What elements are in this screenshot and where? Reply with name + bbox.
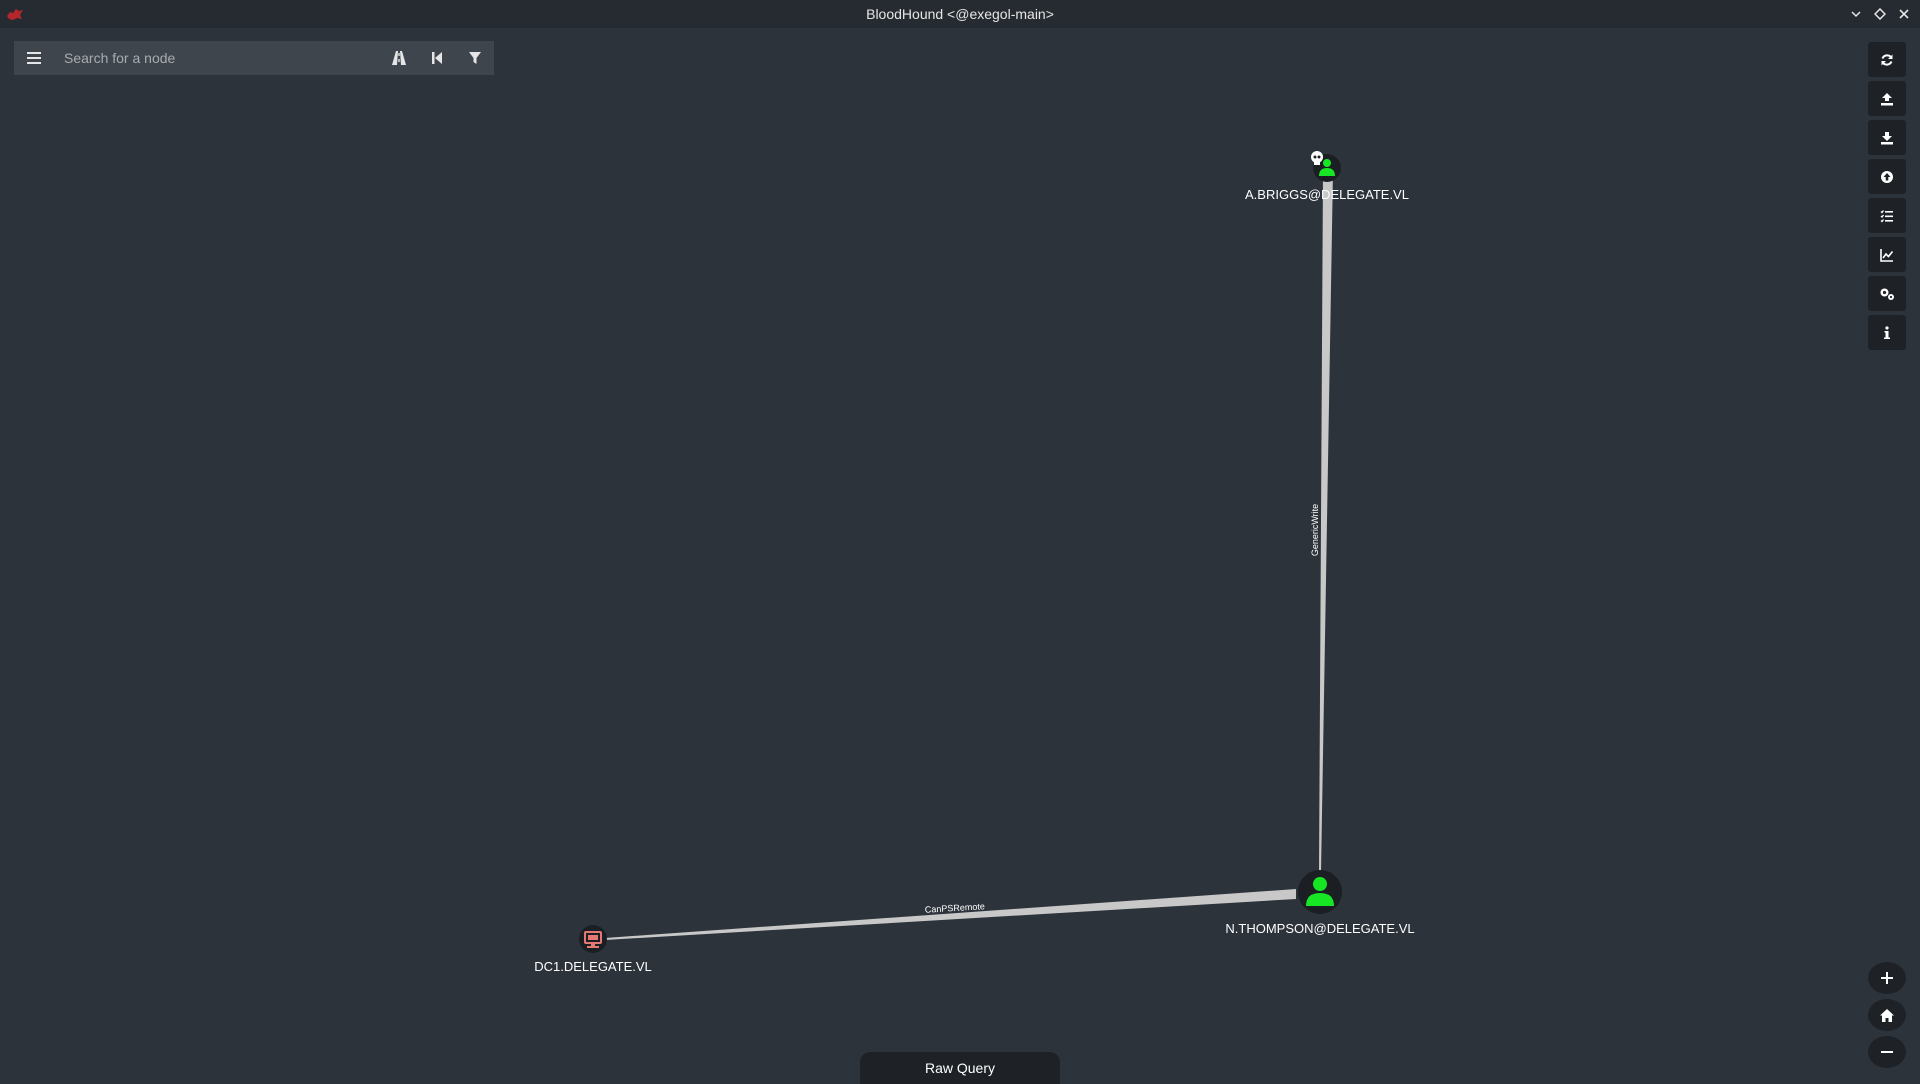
node-n-thompson[interactable]: N.THOMPSON@DELEGATE.VL [1225,870,1415,936]
refresh-icon [1881,53,1893,66]
filter-icon [469,52,481,64]
upload-icon [1881,92,1893,105]
zoom-in-button[interactable] [1868,962,1906,994]
graph-svg: GenericWrite CanPSRemote A.BRIGGS@DELEGA… [534,151,1415,974]
info-icon [1884,325,1890,339]
right-toolbar [1868,42,1906,350]
zoom-controls [1868,962,1906,1068]
query-list-icon [1880,209,1893,222]
edge-label-genericwrite-group: GenericWrite [1310,504,1320,556]
edge-label-genericwrite: GenericWrite [1310,504,1320,556]
queue-status-button[interactable] [1868,198,1906,233]
refresh-button[interactable] [1868,42,1906,77]
edge-genericwrite[interactable] [1319,170,1333,872]
node-label-dc1: DC1.DELEGATE.VL [534,959,652,974]
hamburger-menu-icon [27,52,41,64]
reset-view-button[interactable] [1868,999,1906,1031]
node-a-briggs[interactable]: A.BRIGGS@DELEGATE.VL [1245,151,1409,202]
search-input[interactable] [54,42,380,74]
zoom-out-button[interactable] [1868,1036,1906,1068]
raw-query-button[interactable]: Raw Query [860,1052,1060,1084]
zoom-in-icon [1881,972,1893,984]
raw-query-label: Raw Query [924,1060,996,1076]
node-label-n-thompson: N.THOMPSON@DELEGATE.VL [1225,921,1414,936]
road-icon [392,51,406,65]
upload-data-button[interactable] [1868,159,1906,194]
database-info-button[interactable] [1868,237,1906,272]
menu-button[interactable] [14,41,54,75]
settings-button[interactable] [1868,276,1906,311]
edge-canpsremote[interactable] [605,889,1296,940]
pathfinding-button[interactable] [380,41,418,75]
about-button[interactable] [1868,315,1906,350]
search-bar [14,41,494,75]
export-graph-button[interactable] [1868,81,1906,116]
node-dc1[interactable]: DC1.DELEGATE.VL [534,925,652,974]
step-backward-icon [432,52,442,64]
settings-icon [1880,288,1894,300]
upload-data-icon [1881,170,1893,183]
zoom-out-icon [1881,1051,1893,1053]
filter-button[interactable] [456,41,494,75]
node-label-a-briggs: A.BRIGGS@DELEGATE.VL [1245,187,1409,202]
download-icon [1881,131,1893,144]
stats-icon [1880,248,1894,262]
import-graph-button[interactable] [1868,120,1906,155]
home-icon [1880,1008,1894,1022]
back-button[interactable] [418,41,456,75]
